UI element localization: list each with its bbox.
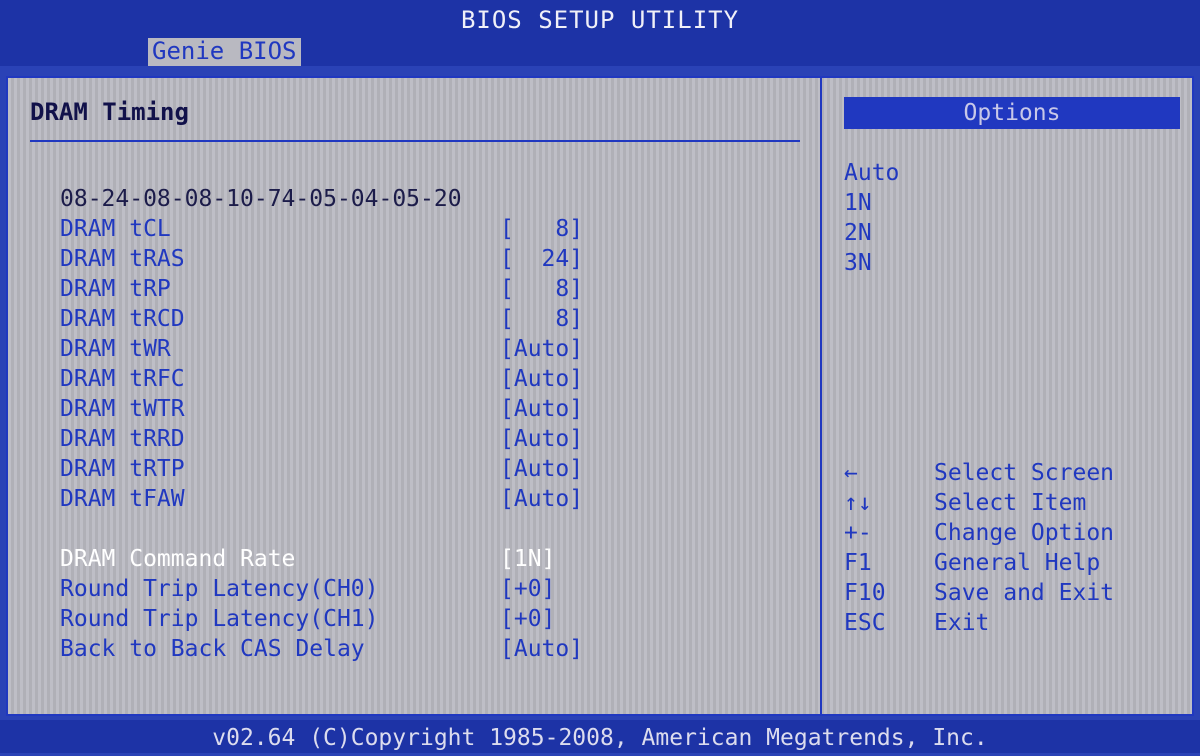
main-panel: DRAM Timing 08-24-08-08-10-74-05-04-05-2…	[6, 76, 1194, 716]
setting-dram-twtr[interactable]: DRAM tWTR [Auto]	[60, 394, 760, 424]
setting-value[interactable]: [ 8]	[500, 214, 583, 244]
help-change-option: +- Change Option	[844, 518, 1194, 548]
tab-genie-bios[interactable]: Genie BIOS	[148, 38, 301, 66]
panel-divider	[820, 78, 822, 714]
option-item[interactable]: 3N	[844, 248, 872, 278]
setting-dram-tfaw[interactable]: DRAM tFAW [Auto]	[60, 484, 760, 514]
setting-label: DRAM tCL	[60, 216, 171, 242]
copyright-text: v02.64 (C)Copyright 1985-2008, American …	[212, 725, 988, 751]
help-exit: ESC Exit	[844, 608, 1194, 638]
bios-title: BIOS SETUP UTILITY	[460, 6, 740, 34]
setting-value[interactable]: [ 8]	[500, 304, 583, 334]
setting-label: DRAM tRAS	[60, 246, 185, 272]
help-key: +-	[844, 520, 872, 546]
section-divider	[30, 140, 800, 142]
setting-round-trip-latency-ch0[interactable]: Round Trip Latency(CH0) [+0]	[60, 574, 760, 604]
setting-label: Back to Back CAS Delay	[60, 636, 365, 662]
setting-value[interactable]: [Auto]	[500, 394, 583, 424]
help-desc: Save and Exit	[934, 580, 1115, 606]
setting-label: DRAM tRFC	[60, 366, 185, 392]
setting-round-trip-latency-ch1[interactable]: Round Trip Latency(CH1) [+0]	[60, 604, 760, 634]
setting-dram-tras[interactable]: DRAM tRAS [ 24]	[60, 244, 760, 274]
setting-value[interactable]: [1N]	[500, 544, 555, 574]
help-desc: Select Item	[934, 490, 1087, 516]
setting-label: DRAM tRCD	[60, 306, 185, 332]
setting-value[interactable]: [Auto]	[500, 484, 583, 514]
setting-label: DRAM Command Rate	[60, 546, 296, 572]
setting-label: DRAM tRP	[60, 276, 171, 302]
setting-value[interactable]: [Auto]	[500, 334, 583, 364]
setting-dram-trtp[interactable]: DRAM tRTP [Auto]	[60, 454, 760, 484]
setting-dram-trrd[interactable]: DRAM tRRD [Auto]	[60, 424, 760, 454]
help-desc: General Help	[934, 550, 1101, 576]
help-general-help: F1 General Help	[844, 548, 1194, 578]
copyright-footer: v02.64 (C)Copyright 1985-2008, American …	[0, 720, 1200, 753]
help-key: ESC	[844, 610, 886, 636]
help-select-item: ↑↓ Select Item	[844, 488, 1194, 518]
menu-bar: Genie BIOS	[0, 38, 1200, 66]
setting-value[interactable]: [Auto]	[500, 634, 583, 664]
setting-dram-trp[interactable]: DRAM tRP [ 8]	[60, 274, 760, 304]
timing-summary: 08-24-08-08-10-74-05-04-05-20	[60, 186, 462, 212]
setting-value[interactable]: [Auto]	[500, 364, 583, 394]
setting-dram-tcl[interactable]: DRAM tCL [ 8]	[60, 214, 760, 244]
setting-dram-trfc[interactable]: DRAM tRFC [Auto]	[60, 364, 760, 394]
help-desc: Change Option	[934, 520, 1115, 546]
help-desc: Exit	[934, 610, 990, 636]
setting-dram-command-rate[interactable]: DRAM Command Rate [1N]	[60, 544, 760, 574]
setting-value[interactable]: [ 24]	[500, 244, 583, 274]
setting-label: DRAM tWTR	[60, 396, 185, 422]
setting-label: Round Trip Latency(CH1)	[60, 606, 379, 632]
help-save-exit: F10 Save and Exit	[844, 578, 1194, 608]
setting-value[interactable]: [+0]	[500, 604, 555, 634]
setting-dram-trcd[interactable]: DRAM tRCD [ 8]	[60, 304, 760, 334]
setting-value[interactable]: [+0]	[500, 574, 555, 604]
help-key: F10	[844, 580, 886, 606]
setting-value[interactable]: [ 8]	[500, 274, 583, 304]
help-key: F1	[844, 550, 872, 576]
option-item[interactable]: Auto	[844, 158, 899, 188]
up-down-arrow-icon: ↑↓	[844, 490, 872, 516]
bios-title-bar: BIOS SETUP UTILITY	[0, 0, 1200, 38]
setting-dram-twr[interactable]: DRAM tWR [Auto]	[60, 334, 760, 364]
setting-back-to-back-cas-delay[interactable]: Back to Back CAS Delay [Auto]	[60, 634, 760, 664]
setting-label: DRAM tFAW	[60, 486, 185, 512]
left-arrow-icon: ←	[844, 460, 858, 486]
options-header: Options	[844, 97, 1180, 129]
setting-label: DRAM tRRD	[60, 426, 185, 452]
help-desc: Select Screen	[934, 460, 1115, 486]
help-select-screen: ← Select Screen	[844, 458, 1194, 488]
setting-value[interactable]: [Auto]	[500, 454, 583, 484]
setting-value[interactable]: [Auto]	[500, 424, 583, 454]
setting-label: DRAM tWR	[60, 336, 171, 362]
section-title: DRAM Timing	[30, 98, 189, 126]
setting-label: Round Trip Latency(CH0)	[60, 576, 379, 602]
setting-label: DRAM tRTP	[60, 456, 185, 482]
option-item[interactable]: 1N	[844, 188, 872, 218]
option-item[interactable]: 2N	[844, 218, 872, 248]
